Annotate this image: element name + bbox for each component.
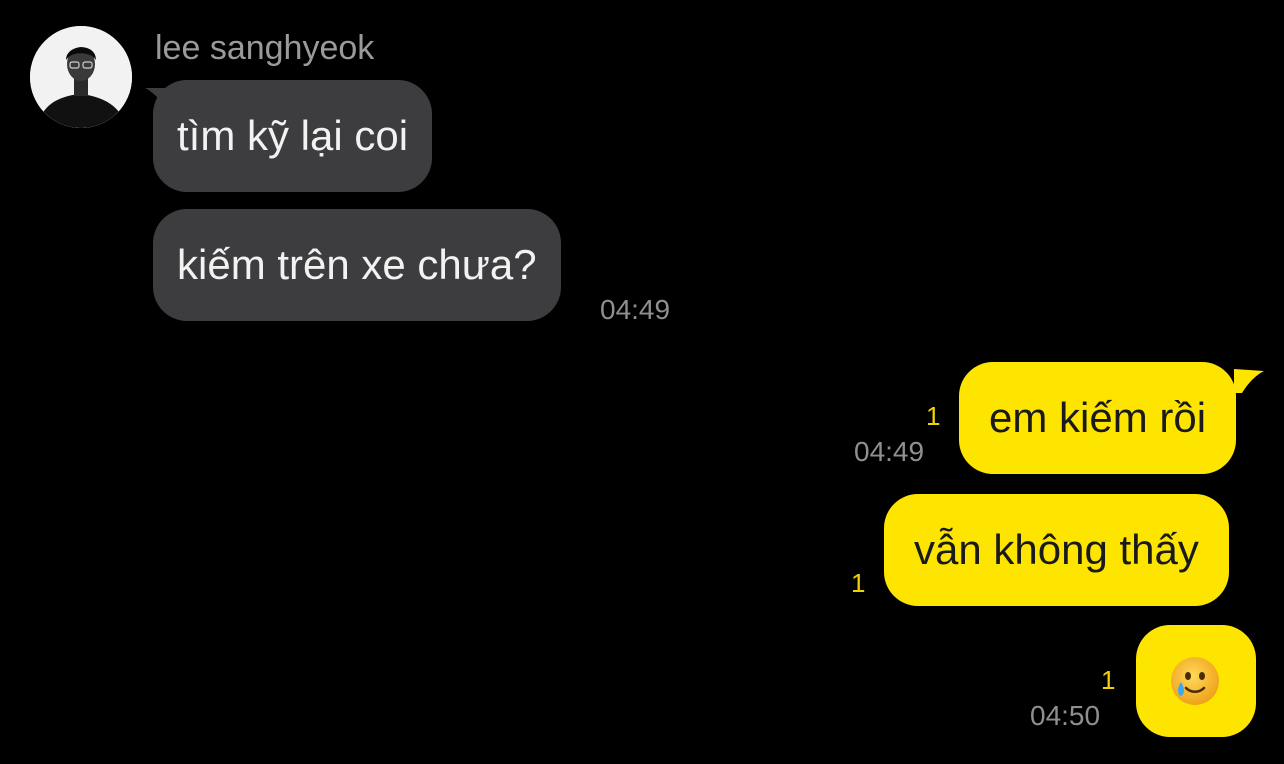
message-text: tìm kỹ lại coi	[177, 112, 409, 159]
message-timestamp: 04:49	[854, 436, 925, 467]
unread-count: 1	[1101, 665, 1116, 695]
message-text: vẫn không thấy	[914, 526, 1199, 573]
outgoing-message-bubble[interactable]: em kiếm rồi	[959, 362, 1237, 474]
sender-name: lee sanghyeok	[155, 29, 375, 67]
unread-count: 1	[851, 568, 866, 598]
unread-count: 1	[926, 401, 941, 431]
message-timestamp: 04:50	[1030, 700, 1101, 731]
outgoing-bubble-tail	[1234, 369, 1264, 393]
message-text: em kiếm rồi	[989, 394, 1207, 441]
outgoing-message-bubble[interactable]: vẫn không thấy	[884, 494, 1229, 606]
profile-photo-icon	[30, 26, 132, 128]
message-text: kiếm trên xe chưa?	[177, 241, 537, 288]
sender-avatar[interactable]	[30, 26, 132, 128]
incoming-message-bubble[interactable]: kiếm trên xe chưa?	[153, 209, 561, 321]
crying-smile-face-icon	[1171, 657, 1219, 705]
incoming-message-bubble[interactable]: tìm kỹ lại coi	[153, 80, 433, 192]
message-timestamp: 04:49	[600, 294, 671, 325]
